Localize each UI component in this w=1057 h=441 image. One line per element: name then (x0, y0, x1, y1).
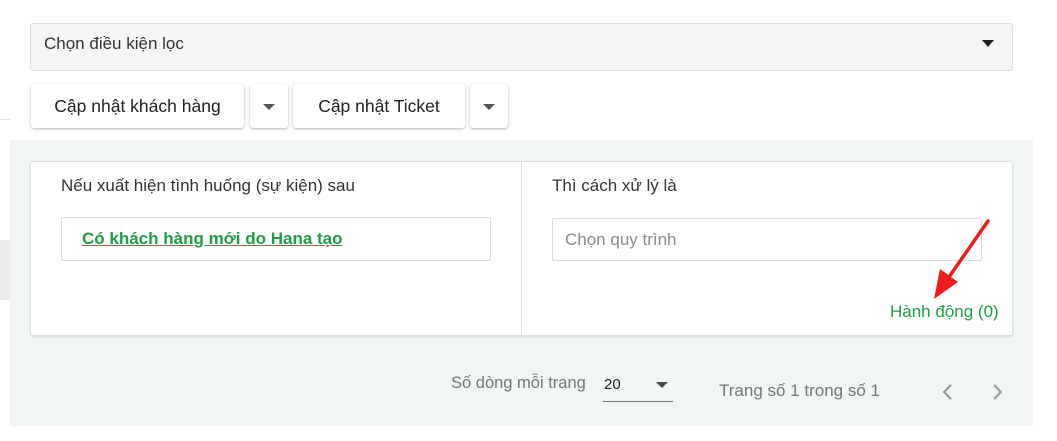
action-link[interactable]: Hành động (0) (890, 302, 999, 322)
rows-per-page-value: 20 (604, 376, 621, 393)
event-header: Nếu xuất hiện tình huống (sự kiện) sau (61, 176, 355, 195)
update-customer-label: Cập nhật khách hàng (54, 95, 221, 116)
filter-condition-select[interactable]: Chọn điều kiện lọc (30, 23, 1013, 71)
page-info: Trang số 1 trong số 1 (719, 381, 880, 400)
update-ticket-label: Cập nhật Ticket (318, 95, 440, 116)
rows-per-page-select[interactable]: 20 (603, 374, 673, 402)
update-customer-dropdown-button[interactable] (250, 84, 288, 128)
chevron-left-icon[interactable] (936, 380, 960, 404)
update-customer-button[interactable]: Cập nhật khách hàng (31, 84, 244, 128)
caret-down-icon (982, 40, 994, 47)
event-box: Có khách hàng mới do Hana tạo (61, 217, 491, 261)
rows-per-page-label: Số dòng mỗi trang (451, 374, 586, 392)
column-divider (521, 162, 522, 335)
arrow-shaft (947, 219, 990, 279)
caret-down-icon (656, 382, 668, 388)
handler-header: Thì cách xử lý là (552, 176, 677, 195)
update-ticket-dropdown-button[interactable] (470, 84, 508, 128)
chevron-left-stroke (942, 384, 952, 400)
process-select-input[interactable] (552, 218, 982, 261)
event-link[interactable]: Có khách hàng mới do Hana tạo (82, 229, 343, 249)
red-arrow-annotation (934, 219, 990, 299)
chevron-right-icon[interactable] (985, 380, 1009, 404)
chevron-right-stroke (993, 384, 1003, 400)
caret-down-icon (483, 104, 495, 110)
arrow-head (934, 269, 958, 299)
caret-down-icon (263, 104, 275, 110)
rule-card: Nếu xuất hiện tình huống (sự kiện) sau T… (30, 161, 1013, 336)
left-edge-block (0, 240, 10, 300)
filter-condition-label: Chọn điều kiện lọc (44, 34, 184, 53)
left-edge-divider (0, 0, 10, 120)
update-ticket-button[interactable]: Cập nhật Ticket (293, 84, 465, 128)
